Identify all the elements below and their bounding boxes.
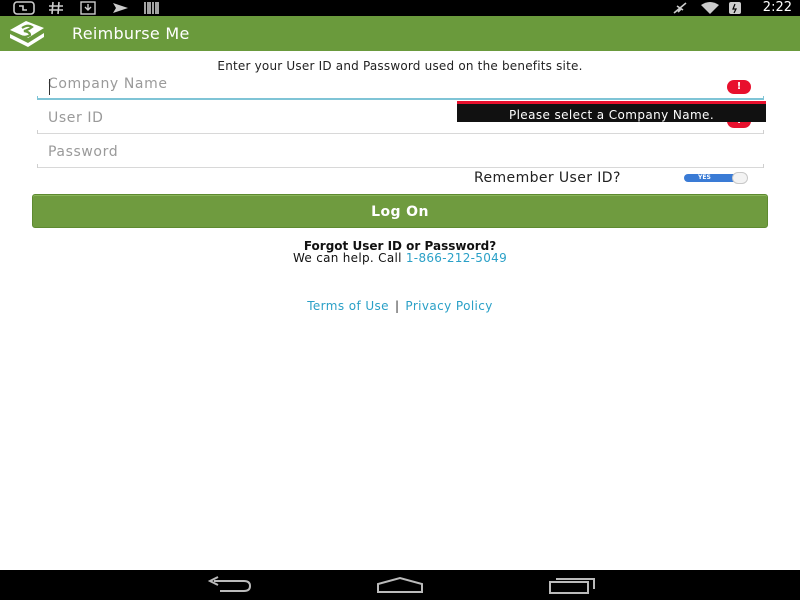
password-input[interactable] <box>37 138 757 166</box>
battery-icon <box>729 2 741 14</box>
password-field[interactable] <box>37 138 764 168</box>
action-bar: Reimburse Me <box>0 16 800 51</box>
remember-user-id-toggle[interactable]: YES <box>684 172 748 184</box>
navigation-bar <box>0 570 800 600</box>
field-tick-left <box>37 164 38 168</box>
log-on-button[interactable]: Log On <box>32 194 768 228</box>
password-underline <box>37 167 764 168</box>
airplane-icon <box>673 2 687 14</box>
text-cursor <box>49 79 50 95</box>
field-tick-right <box>763 164 764 168</box>
footer-separator: | <box>394 299 400 313</box>
usb-debug-icon <box>13 1 35 15</box>
recent-apps-icon[interactable] <box>548 576 596 594</box>
field-tick-left <box>37 96 38 100</box>
remember-user-id-label: Remember User ID? <box>474 170 621 186</box>
help-phone-link[interactable]: 1-866-212-5049 <box>406 251 507 265</box>
footer-links: Terms of Use | Privacy Policy <box>0 299 800 313</box>
download-icon <box>80 1 96 15</box>
home-icon[interactable] <box>376 576 424 594</box>
company-name-field[interactable] <box>37 70 764 100</box>
error-icon[interactable]: ! <box>727 80 751 94</box>
back-icon[interactable] <box>206 576 252 594</box>
toggle-knob[interactable] <box>732 172 748 184</box>
app-title: Reimburse Me <box>72 24 190 43</box>
field-tick-right <box>763 130 764 134</box>
wifi-icon <box>701 2 719 14</box>
company-name-underline <box>37 98 764 100</box>
app-logo-icon[interactable] <box>6 18 48 49</box>
company-name-input[interactable] <box>37 70 757 98</box>
terms-of-use-link[interactable]: Terms of Use <box>307 299 389 313</box>
error-popup: Please select a Company Name. <box>457 101 766 122</box>
status-bar: 2:22 <box>0 0 800 16</box>
barcode-icon <box>144 2 159 14</box>
privacy-policy-link[interactable]: Privacy Policy <box>405 299 492 313</box>
help-line: We can help. Call 1-866-212-5049 <box>0 251 800 265</box>
field-tick-left <box>37 130 38 134</box>
help-text: We can help. Call <box>292 251 402 265</box>
field-tick-right <box>763 96 764 100</box>
status-time: 2:22 <box>762 0 792 15</box>
send-icon <box>113 3 128 13</box>
user-id-underline <box>37 133 764 134</box>
hash-icon <box>49 1 63 15</box>
